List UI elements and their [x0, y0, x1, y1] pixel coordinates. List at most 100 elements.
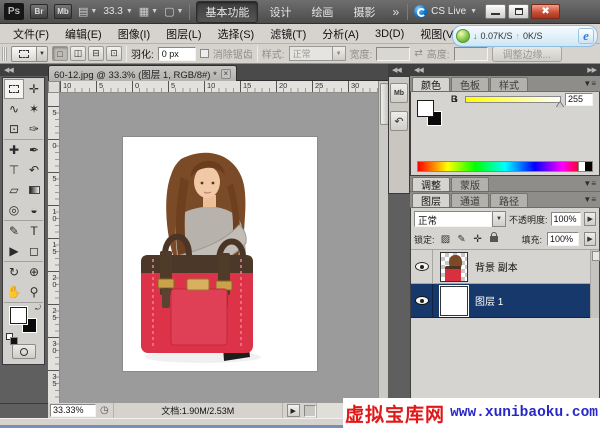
- menu-item[interactable]: 3D(D): [368, 26, 411, 42]
- tab-adjustments[interactable]: 调整: [412, 177, 450, 191]
- panel-menu-icon[interactable]: ▼≡: [583, 79, 596, 88]
- screen-mode-button[interactable]: ▢▼: [164, 5, 183, 18]
- vertical-ruler[interactable]: 505101520253035: [48, 93, 60, 403]
- visibility-toggle[interactable]: [411, 250, 433, 283]
- layer-row[interactable]: 背景 副本: [411, 250, 599, 284]
- options-grip-handle[interactable]: [2, 47, 7, 61]
- tools-dock-header[interactable]: ◀◀: [0, 64, 48, 76]
- layer-row[interactable]: 图层 1: [411, 284, 599, 318]
- rectangular-marquee-tool[interactable]: [4, 79, 24, 99]
- restore-button[interactable]: [508, 4, 529, 19]
- tab-channels[interactable]: 通道: [451, 193, 489, 207]
- gradient-tool[interactable]: [24, 180, 44, 200]
- fill-input[interactable]: 100%: [547, 232, 579, 246]
- mini-bridge-panel-icon[interactable]: Mb: [390, 83, 408, 103]
- spot-healing-brush-tool[interactable]: ✚: [4, 140, 24, 160]
- type-tool[interactable]: T: [24, 221, 44, 241]
- opacity-input[interactable]: 100%: [551, 212, 582, 226]
- feather-input[interactable]: 0 px: [158, 47, 196, 61]
- antialias-checkbox[interactable]: [200, 49, 209, 58]
- menu-item[interactable]: 图像(I): [111, 24, 157, 44]
- workspace-photography[interactable]: 摄影: [344, 1, 384, 23]
- dodge-tool[interactable]: ◒: [24, 200, 44, 220]
- channel-slider-track[interactable]: [465, 96, 561, 103]
- tab-masks[interactable]: 蒙版: [451, 177, 489, 191]
- black-swatch[interactable]: [585, 162, 592, 171]
- zoom-level-control[interactable]: 33.3▼: [103, 6, 132, 17]
- swap-dimensions-icon[interactable]: ⇄: [414, 48, 422, 59]
- menu-item[interactable]: 编辑(E): [58, 24, 109, 44]
- menu-item[interactable]: 分析(A): [315, 24, 366, 44]
- channel-value-input[interactable]: 255: [565, 93, 593, 106]
- add-to-selection-button[interactable]: ◫: [70, 46, 86, 61]
- path-selection-tool[interactable]: ▶: [4, 241, 24, 261]
- color-spectrum-ramp[interactable]: [417, 161, 593, 172]
- layer-name[interactable]: 背景 副本: [475, 259, 518, 274]
- panel-menu-icon[interactable]: ▼≡: [583, 195, 596, 204]
- opacity-arrow-icon[interactable]: ▶: [584, 212, 596, 226]
- eyedropper-tool[interactable]: ✑: [24, 119, 44, 139]
- cs-live-button[interactable]: CS Live ▼: [414, 5, 477, 18]
- 3d-orbit-tool[interactable]: ⊕: [24, 262, 44, 282]
- bridge-button[interactable]: Br: [30, 4, 48, 19]
- move-tool[interactable]: ✛: [24, 79, 44, 99]
- refine-edge-button[interactable]: 调整边缘...: [492, 46, 562, 62]
- clone-stamp-tool[interactable]: ⊤: [4, 160, 24, 180]
- blend-mode-dropdown[interactable]: 正常 ▼: [414, 211, 506, 227]
- menu-item[interactable]: 选择(S): [211, 24, 262, 44]
- tab-color[interactable]: 颜色: [412, 77, 450, 91]
- quick-mask-button[interactable]: [12, 344, 36, 359]
- horizontal-ruler[interactable]: 105051015202530: [60, 81, 378, 93]
- tab-styles[interactable]: 样式: [490, 77, 528, 91]
- lock-all-icon[interactable]: [490, 236, 498, 242]
- layer-name[interactable]: 图层 1: [475, 293, 503, 308]
- workspace-overflow-button[interactable]: »: [390, 5, 401, 19]
- foreground-color-swatch[interactable]: [10, 307, 27, 324]
- mini-bridge-button[interactable]: Mb: [54, 4, 72, 19]
- hand-tool[interactable]: ✋: [4, 282, 24, 302]
- 3d-rotate-tool[interactable]: ↻: [4, 262, 24, 282]
- menu-item[interactable]: 图层(L): [159, 24, 208, 44]
- ruler-corner[interactable]: [48, 81, 60, 93]
- white-swatch[interactable]: [578, 162, 585, 171]
- minimize-button[interactable]: [485, 4, 506, 19]
- tab-layers[interactable]: 图层: [412, 193, 450, 207]
- layers-scrollbar[interactable]: [590, 250, 599, 318]
- width-input[interactable]: [376, 47, 410, 61]
- crop-tool[interactable]: ⊡: [4, 119, 24, 139]
- tool-preset-picker[interactable]: ▼: [11, 46, 48, 62]
- lock-move-icon[interactable]: ✛: [472, 234, 484, 245]
- history-panel-icon[interactable]: ↶: [390, 111, 408, 131]
- slider-thumb[interactable]: [556, 102, 564, 108]
- shape-tool[interactable]: ◻: [24, 241, 44, 261]
- workspace-painting[interactable]: 绘画: [302, 1, 342, 23]
- height-input[interactable]: [454, 47, 488, 61]
- status-options-arrow[interactable]: ▶: [287, 404, 300, 417]
- menu-item[interactable]: 文件(F): [6, 24, 56, 44]
- history-brush-tool[interactable]: ↶: [24, 160, 44, 180]
- canvas[interactable]: [60, 93, 378, 403]
- document-tab[interactable]: 60-12.jpg @ 33.3% (图层 1, RGB/8#) * ×: [48, 65, 237, 81]
- tab-swatches[interactable]: 色板: [451, 77, 489, 91]
- tab-paths[interactable]: 路径: [490, 193, 528, 207]
- magic-wand-tool[interactable]: ✶: [24, 99, 44, 119]
- document-close-icon[interactable]: ×: [221, 69, 231, 79]
- intersect-selection-button[interactable]: ⊡: [106, 46, 122, 61]
- menu-item[interactable]: 滤镜(T): [263, 24, 313, 44]
- arrange-documents-button[interactable]: ▦▼: [139, 5, 158, 18]
- strip-dock-header[interactable]: ◀◀: [388, 64, 410, 76]
- fill-arrow-icon[interactable]: ▶: [584, 232, 596, 246]
- panel-dock-header[interactable]: ◀◀▶▶: [410, 64, 600, 76]
- layer-thumbnail[interactable]: [440, 252, 468, 282]
- status-zoom-input[interactable]: 33.33%: [50, 404, 96, 417]
- visibility-toggle[interactable]: [411, 284, 433, 317]
- workspace-essentials[interactable]: 基本功能: [196, 1, 258, 23]
- zoom-tool[interactable]: ⚲: [24, 282, 44, 302]
- new-selection-button[interactable]: □: [52, 46, 68, 61]
- canvas-vertical-scrollbar[interactable]: [378, 81, 388, 403]
- default-colors-icon[interactable]: [6, 333, 13, 340]
- eraser-tool[interactable]: ▱: [4, 180, 24, 200]
- style-dropdown[interactable]: 正常 ▼: [289, 46, 346, 61]
- brush-tool[interactable]: ✒: [24, 140, 44, 160]
- watermark-url[interactable]: www.xunibaoku.com: [450, 405, 598, 421]
